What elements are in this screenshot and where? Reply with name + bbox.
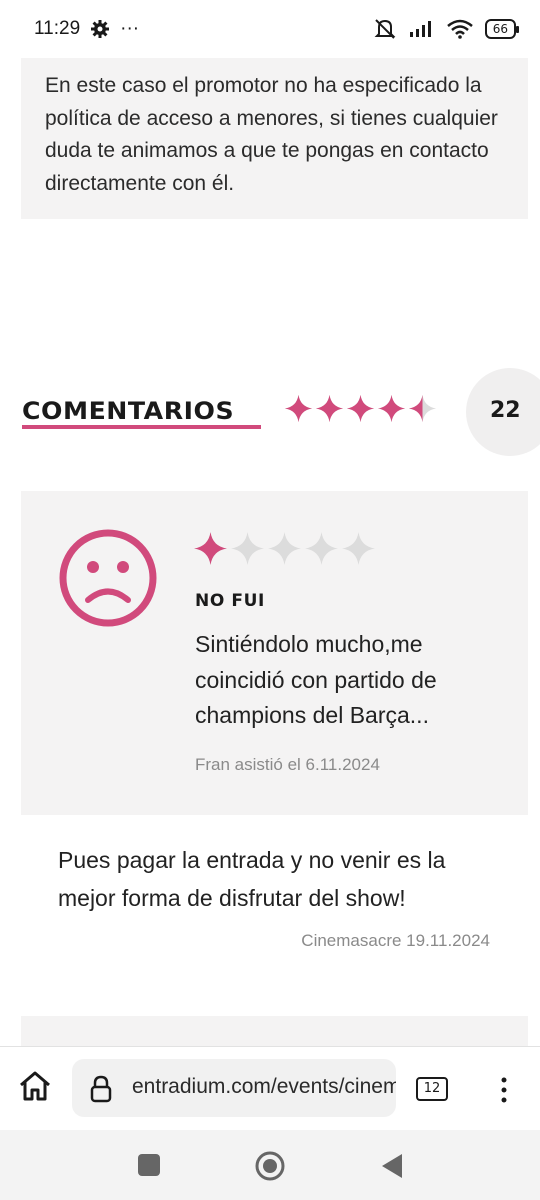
address-bar[interactable]: entradium.com/events/cinemasacre <box>72 1059 396 1117</box>
minors-policy-text: En este caso el promotor no ha especific… <box>45 74 498 195</box>
tabs-button[interactable]: 12 <box>416 1077 448 1101</box>
browser-toolbar: entradium.com/events/cinemasacre 12 <box>0 1046 540 1130</box>
reply-text: Pues pagar la entrada y no venir es la m… <box>58 847 446 911</box>
settings-gear-icon <box>91 20 110 38</box>
back-icon[interactable] <box>380 1152 404 1180</box>
average-rating-stars <box>284 394 437 423</box>
review-star-icon <box>194 532 227 565</box>
average-star-icon <box>315 394 344 423</box>
review-card: NO FUI Sintiéndolo mucho,me coincidió co… <box>21 491 528 815</box>
signal-icon <box>409 21 431 37</box>
status-left: 11:29 ··· <box>34 18 373 40</box>
average-star-icon <box>284 394 313 423</box>
home-icon[interactable] <box>18 1069 52 1103</box>
sad-face-icon <box>59 529 157 627</box>
status-right: 66 <box>373 18 520 40</box>
more-menu-icon[interactable] <box>494 1075 514 1105</box>
review-rating-stars <box>193 531 376 566</box>
status-bar: 11:29 ··· 66 <box>0 0 540 58</box>
mute-bell-icon <box>374 19 396 39</box>
average-star-icon <box>377 394 406 423</box>
title-underline <box>22 425 261 429</box>
comments-title: COMENTARIOS <box>22 397 235 425</box>
review-meta: Fran asistió el 6.11.2024 <box>195 755 380 774</box>
more-notifications-icon: ··· <box>120 18 140 39</box>
review-star-icon <box>268 532 301 565</box>
average-star-icon <box>346 394 375 423</box>
review-text: Sintiéndolo mucho,me coincidió con parti… <box>195 631 437 728</box>
recents-icon[interactable] <box>138 1154 160 1176</box>
review-star-icon <box>231 532 264 565</box>
minors-policy-box: En este caso el promotor no ha especific… <box>21 58 528 219</box>
reply-meta: Cinemasacre 19.11.2024 <box>301 931 490 950</box>
lock-icon <box>90 1075 112 1103</box>
battery-icon: 66 <box>484 19 520 39</box>
url-text: entradium.com/events/cinemasacre <box>132 1075 396 1098</box>
review-star-icon <box>342 532 375 565</box>
comments-header: COMENTARIOS 22 <box>0 366 540 456</box>
attendance-status: NO FUI <box>195 591 265 611</box>
wifi-icon <box>446 19 473 39</box>
comment-count: 22 <box>490 398 521 423</box>
home-circle-icon[interactable] <box>254 1150 286 1182</box>
system-nav-bar <box>0 1130 540 1200</box>
status-time: 11:29 <box>34 18 81 39</box>
average-star-icon <box>408 394 437 423</box>
review-star-icon <box>305 532 338 565</box>
